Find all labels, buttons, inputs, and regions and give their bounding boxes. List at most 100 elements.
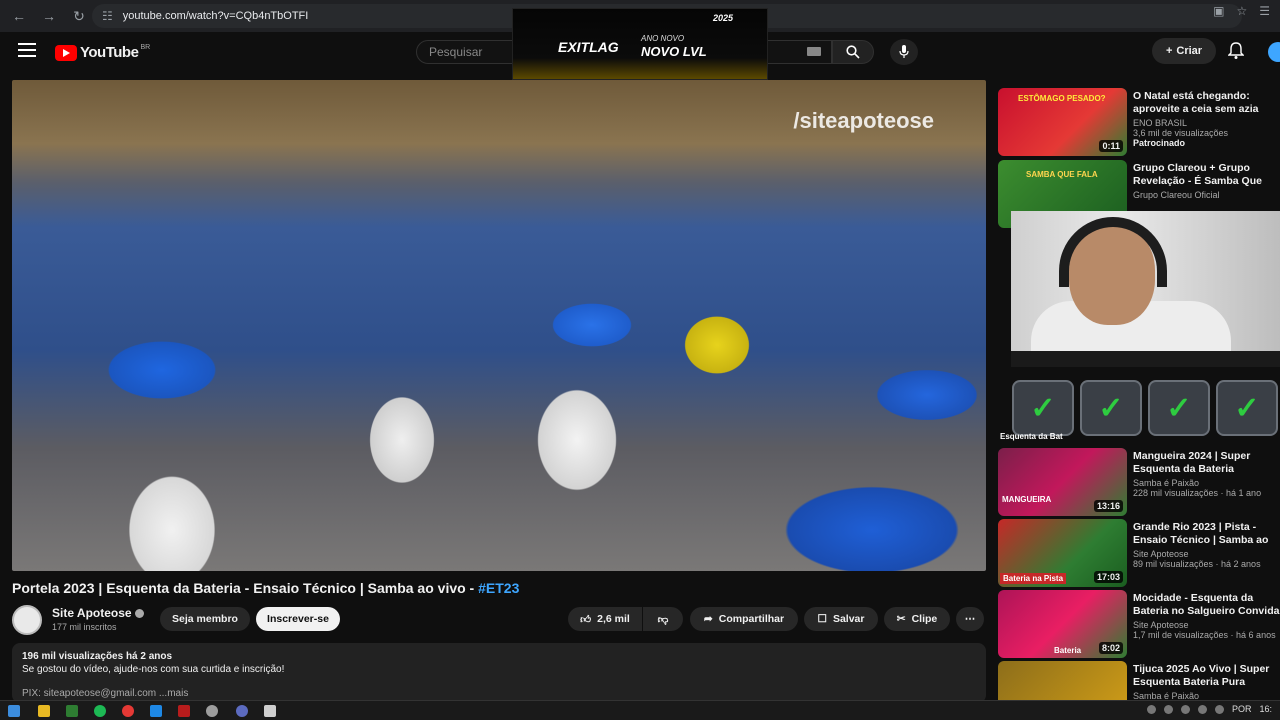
- ad-year: 2025: [713, 13, 734, 23]
- like-button[interactable]: 👍︎ 2,6 mil: [568, 607, 642, 631]
- reading-list-icon[interactable]: ☰: [1259, 4, 1270, 18]
- checkmark-icon: ✓: [1012, 380, 1074, 436]
- overlay-label: Esquenta da Bat: [1000, 432, 1063, 441]
- recommendation-card[interactable]: Tijuca 2025 Ao Vivo | Super Esquenta Bat…: [998, 661, 1280, 700]
- voice-search-button[interactable]: [890, 39, 918, 65]
- microphone-icon: [899, 45, 909, 58]
- duration-badge: 13:16: [1093, 500, 1123, 512]
- recommendation-title[interactable]: Tijuca 2025 Ao Vivo | Super Esquenta Bat…: [1133, 663, 1280, 689]
- video-thumbnail[interactable]: [998, 661, 1127, 700]
- more-dots-icon: ⋯: [964, 613, 976, 625]
- subscribe-button[interactable]: Inscrever-se: [256, 607, 340, 631]
- bookmark-icon: ☐: [817, 613, 827, 625]
- video-thumbnail[interactable]: MANGUEIRA 13:16: [998, 448, 1127, 516]
- webcam-overlay: [1011, 211, 1280, 367]
- ad-tagline-top: ANO NOVO: [641, 34, 685, 43]
- recommendation-channel[interactable]: Samba é Paixão: [1133, 691, 1280, 700]
- description-line-1: Se gostou do vídeo, ajude-nos com sua cu…: [22, 664, 285, 675]
- hashtag-link[interactable]: #ET23: [478, 580, 519, 596]
- volume-icon[interactable]: [1214, 704, 1224, 714]
- recommendation-views: 1,7 mil de visualizações · há 6 anos: [1133, 630, 1276, 640]
- site-settings-icon[interactable]: ☷: [102, 9, 113, 23]
- recommendation-title[interactable]: O Natal está chegando: aproveite a ceia …: [1133, 90, 1280, 116]
- play-icon: [55, 44, 77, 61]
- reload-icon[interactable]: ↻: [68, 5, 90, 27]
- tray-icon[interactable]: [1163, 704, 1173, 714]
- recommendation-channel[interactable]: Site Apoteose: [1133, 549, 1280, 559]
- channel-name-text[interactable]: Site Apoteose: [52, 606, 132, 620]
- headphones-icon: [1059, 217, 1167, 287]
- search-button[interactable]: [832, 40, 874, 64]
- user-avatar[interactable]: [1268, 42, 1280, 62]
- join-label: Seja membro: [172, 613, 238, 625]
- recommendation-title[interactable]: Mangueira 2024 | Super Esquenta da Bater…: [1133, 450, 1280, 476]
- thumbnail-text: Bateria: [1054, 646, 1082, 655]
- recommendation-card[interactable]: Bateria 8:02 Mocidade - Esquenta da Bate…: [998, 590, 1280, 658]
- save-button[interactable]: ☐ Salvar: [804, 607, 878, 631]
- search-icon: [846, 45, 860, 59]
- recommendation-title[interactable]: Grande Rio 2023 | Pista - Ensaio Técnico…: [1133, 521, 1280, 547]
- sponsored-label: Patrocinado: [1133, 138, 1186, 148]
- share-button[interactable]: ➦ Compartilhar: [690, 607, 798, 631]
- app-icon[interactable]: [150, 705, 162, 717]
- app-icon[interactable]: [178, 705, 190, 717]
- settings-gear-icon[interactable]: [264, 705, 276, 717]
- forward-arrow-icon[interactable]: →: [38, 5, 60, 27]
- clip-button[interactable]: ✂ Clipe: [884, 607, 950, 631]
- create-button[interactable]: + Criar: [1152, 38, 1216, 64]
- share-arrow-icon: ➦: [703, 613, 713, 625]
- duration-badge: 17:03: [1093, 571, 1123, 583]
- recommendation-card[interactable]: Bateria na Pista 17:03 Grande Rio 2023 |…: [998, 519, 1280, 587]
- recommendation-views: 3,6 mil de visualizações: [1133, 128, 1229, 138]
- spotify-icon[interactable]: [94, 705, 106, 717]
- country-code: BR: [140, 44, 151, 51]
- recommendation-title[interactable]: Mocidade - Esquenta da Bateria no Salgue…: [1133, 592, 1280, 618]
- description-box[interactable]: 196 mil visualizações há 2 anos Se gosto…: [12, 643, 986, 703]
- recommendation-channel[interactable]: Site Apoteose: [1133, 620, 1280, 630]
- menu-icon[interactable]: [18, 43, 36, 57]
- recommendation-card[interactable]: MANGUEIRA 13:16 Mangueira 2024 | Super E…: [998, 448, 1280, 516]
- keyboard-icon[interactable]: [807, 47, 821, 56]
- language-indicator[interactable]: POR: [1232, 704, 1252, 714]
- chrome-icon[interactable]: [122, 705, 134, 717]
- ad-overlay-banner[interactable]: 2025 EXITLAG ANO NOVO NOVO LVL: [512, 8, 768, 80]
- notifications-bell-icon[interactable]: [1227, 42, 1245, 65]
- video-title: Portela 2023 | Esquenta da Bateria - Ens…: [12, 580, 519, 596]
- dislike-button[interactable]: 👎︎: [643, 607, 683, 631]
- logo-text: YouTube: [80, 44, 139, 61]
- file-explorer-icon[interactable]: [38, 705, 50, 717]
- recommendation-channel[interactable]: Samba é Paixão: [1133, 478, 1280, 488]
- wifi-icon[interactable]: [1197, 704, 1207, 714]
- video-player[interactable]: /siteapoteose: [12, 80, 986, 571]
- youtube-logo[interactable]: YouTube BR: [55, 44, 150, 61]
- os-taskbar: POR 16:: [0, 700, 1280, 720]
- recommendation-channel[interactable]: ENO BRASIL: [1133, 118, 1280, 128]
- channel-avatar[interactable]: [12, 605, 42, 635]
- checkmark-icon: ✓: [1148, 380, 1210, 436]
- checkmark-icon: ✓: [1216, 380, 1278, 436]
- join-button[interactable]: Seja membro: [160, 607, 250, 631]
- video-thumbnail[interactable]: Bateria 8:02: [998, 590, 1127, 658]
- recommendation-card[interactable]: ESTÔMAGO PESADO? 0:11 O Natal está chega…: [998, 88, 1280, 156]
- plus-icon: +: [1165, 45, 1173, 57]
- recommendation-title[interactable]: Grupo Clareou + Grupo Revelação - É Samb…: [1133, 162, 1280, 188]
- video-thumbnail[interactable]: Bateria na Pista 17:03: [998, 519, 1127, 587]
- start-icon[interactable]: [8, 705, 20, 717]
- recommendation-channel[interactable]: Grupo Clareou Oficial: [1133, 190, 1280, 200]
- cast-icon[interactable]: ▣: [1213, 4, 1224, 18]
- system-tray: POR 16:: [1146, 704, 1272, 714]
- app-icon[interactable]: [206, 705, 218, 717]
- app-icon[interactable]: [66, 705, 78, 717]
- back-arrow-icon[interactable]: ←: [8, 5, 30, 27]
- recommendation-views: 228 mil visualizações · há 1 ano: [1133, 488, 1262, 498]
- clock[interactable]: 16:: [1259, 704, 1272, 714]
- video-thumbnail[interactable]: ESTÔMAGO PESADO? 0:11: [998, 88, 1127, 156]
- bookmark-star-icon[interactable]: ☆: [1236, 4, 1247, 18]
- duration-badge: 0:11: [1099, 140, 1123, 152]
- more-actions-button[interactable]: ⋯: [956, 607, 984, 631]
- checkmark-icon: ✓: [1080, 380, 1142, 436]
- tray-icon[interactable]: [1146, 704, 1156, 714]
- discord-icon[interactable]: [236, 705, 248, 717]
- tray-icon[interactable]: [1180, 704, 1190, 714]
- channel-name[interactable]: Site Apoteose: [52, 606, 144, 620]
